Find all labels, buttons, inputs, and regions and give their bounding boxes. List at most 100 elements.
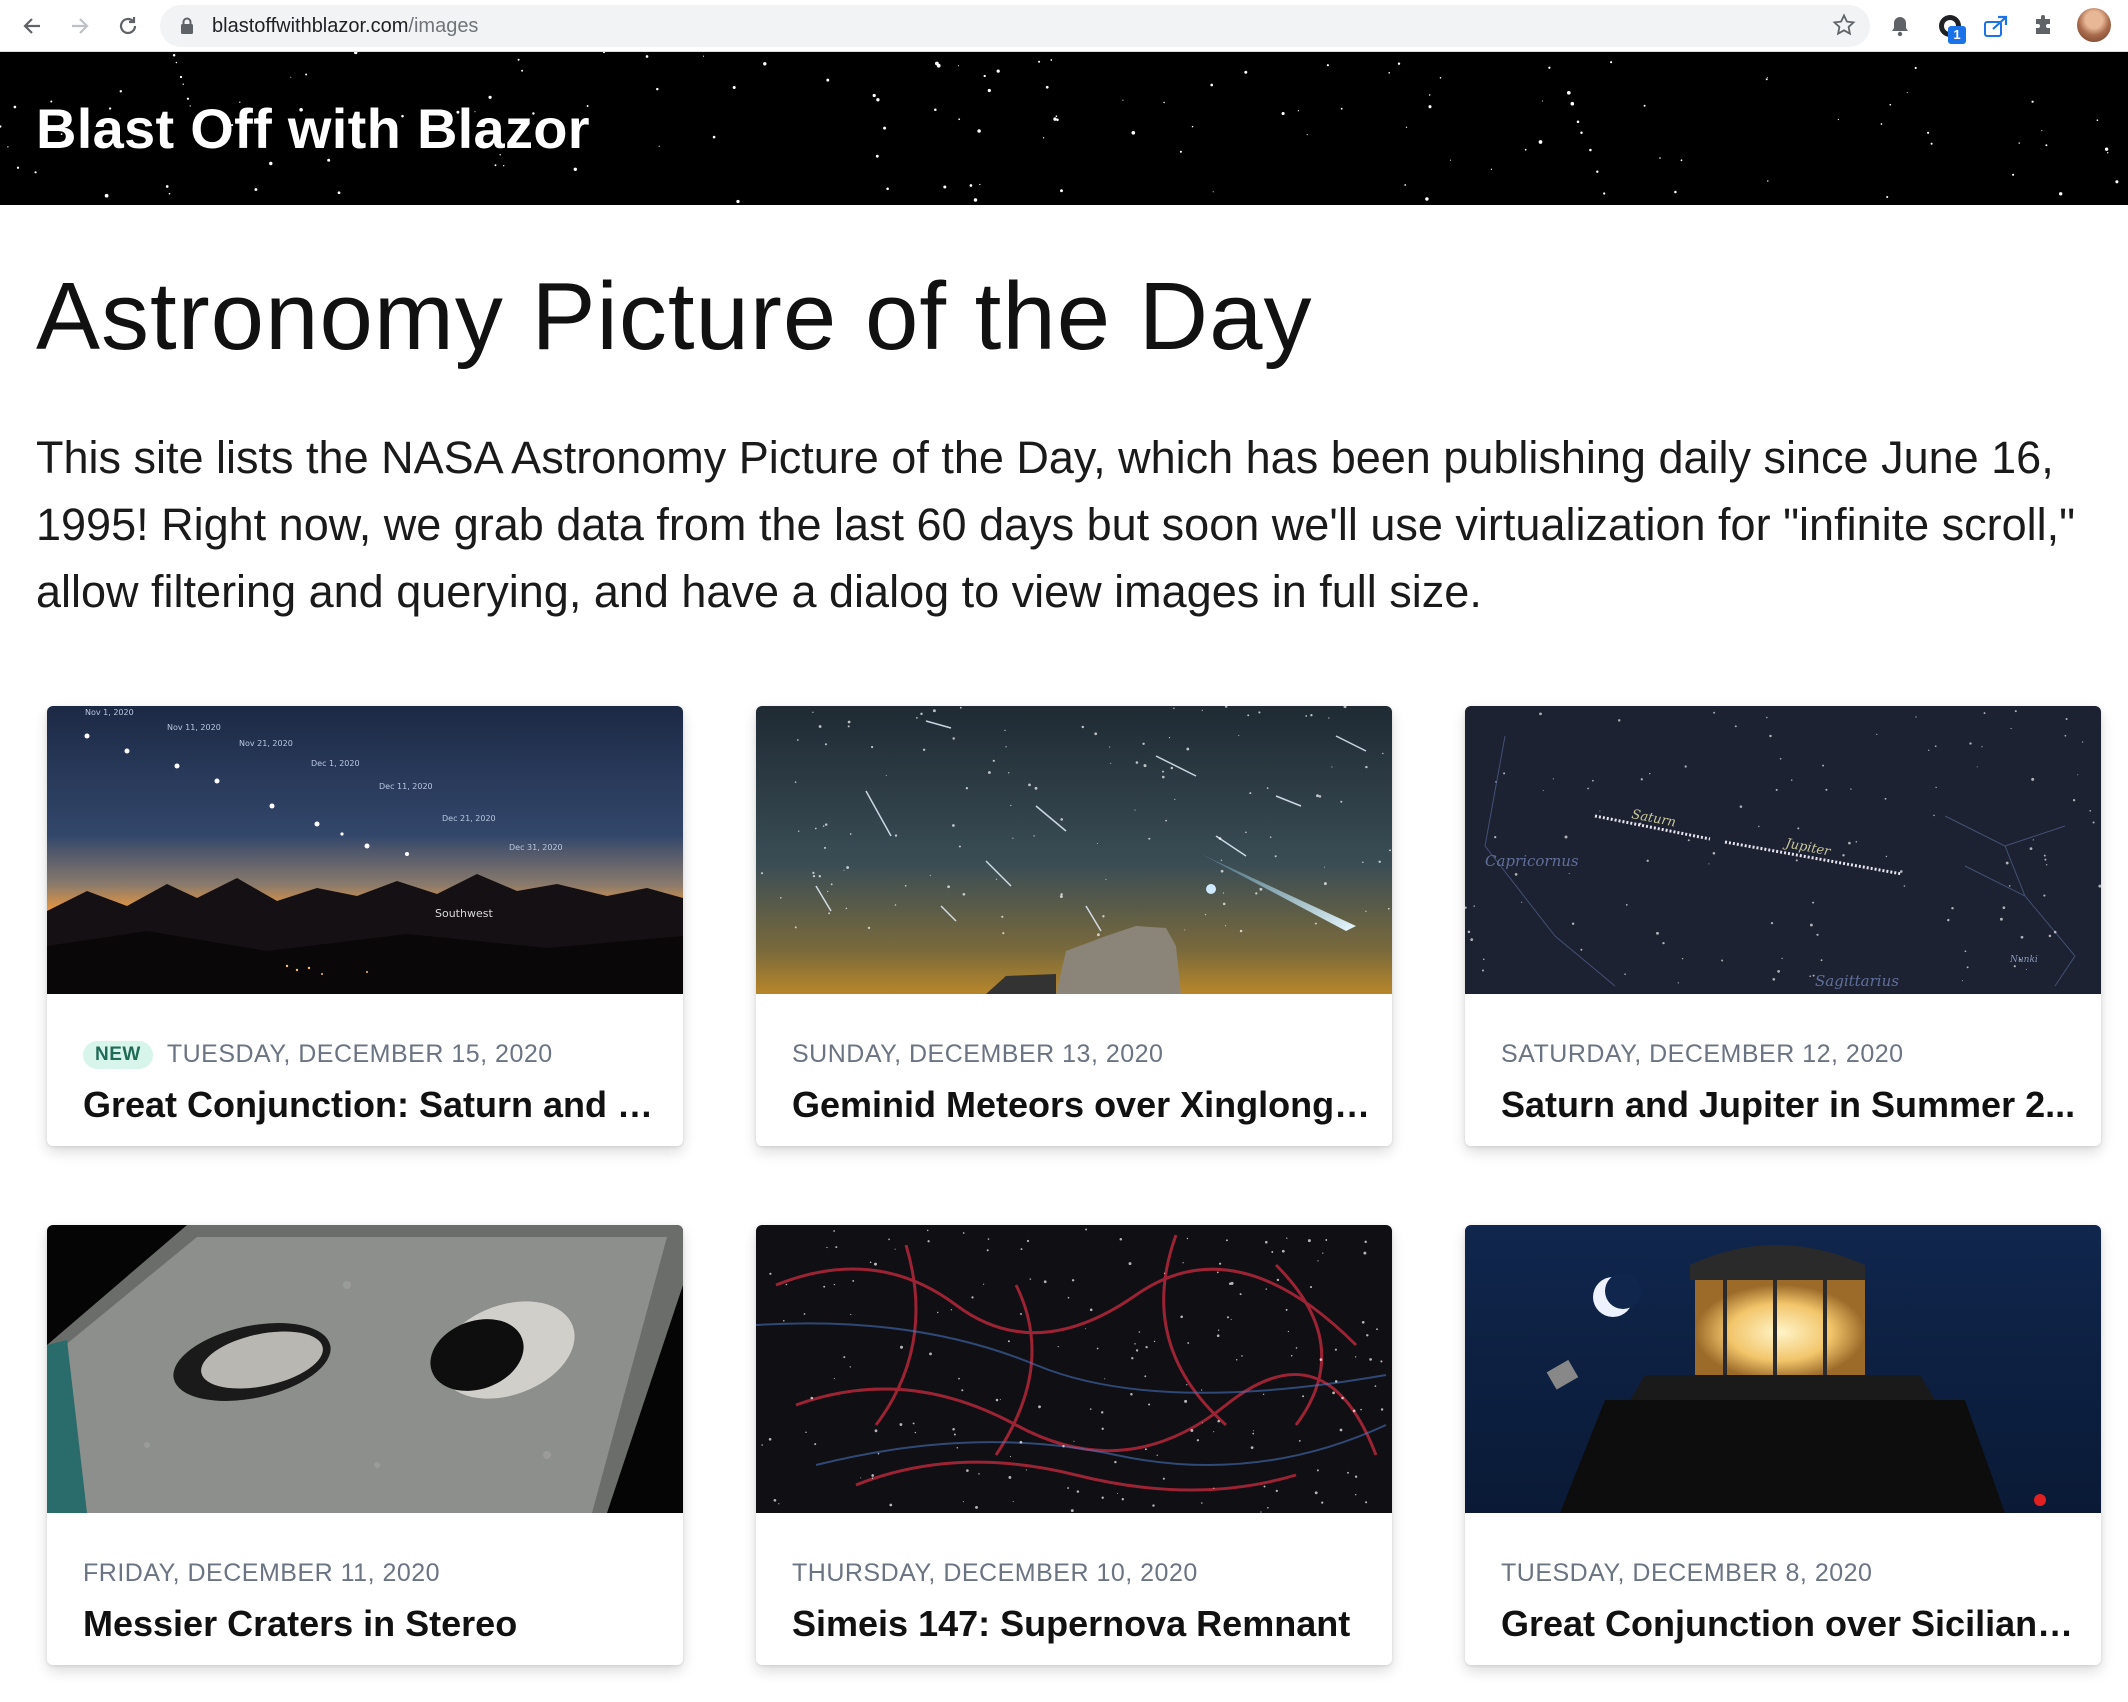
star-dot: [874, 1262, 877, 1266]
star-dot: [1314, 1491, 1318, 1495]
star-dot: [1886, 195, 1889, 199]
star-dot: [1364, 1240, 1367, 1244]
star-dot: [1850, 788, 1852, 790]
star-dot: [1162, 1477, 1165, 1480]
star-dot: [2115, 180, 2119, 184]
star-dot: [1076, 1490, 1080, 1493]
star-dot: [179, 75, 183, 79]
site-title[interactable]: Blast Off with Blazor: [36, 96, 590, 161]
star-dot: [1226, 1316, 1230, 1319]
star-dot: [1797, 827, 1800, 830]
star-dot: [1334, 1380, 1338, 1383]
card-date: THURSDAY, DECEMBER 10, 2020: [792, 1559, 1198, 1587]
card-image-lighthouse[interactable]: [1465, 1225, 2101, 1513]
star-dot: [2065, 717, 2068, 721]
card-image-red-nebula[interactable]: [756, 1225, 1392, 1513]
star-dot: [1640, 778, 1643, 781]
star-dot: [2046, 864, 2048, 866]
star-dot: [1662, 941, 1665, 945]
card-title[interactable]: Simeis 147: Supernova Remnant: [792, 1603, 1372, 1645]
star-dot: [1042, 137, 1045, 139]
card-title[interactable]: Great Conjunction over Sicilian L...: [1501, 1603, 2081, 1645]
star-dot: [1100, 1411, 1104, 1414]
back-button[interactable]: [14, 8, 50, 44]
star-dot: [165, 185, 169, 188]
star-dot: [1200, 1389, 1203, 1391]
card-title[interactable]: Great Conjunction: Saturn and J...: [83, 1084, 663, 1126]
star-dot: [1217, 1329, 1220, 1331]
star-dot: [1265, 1288, 1268, 1290]
star-dot: [1043, 1280, 1047, 1284]
image-card[interactable]: SUNDAY, DECEMBER 13, 2020 Geminid Meteor…: [756, 706, 1392, 1146]
star-dot: [1062, 1445, 1065, 1448]
star-dot: [1182, 1262, 1184, 1264]
reload-button[interactable]: [110, 8, 146, 44]
card-title[interactable]: Messier Craters in Stereo: [83, 1603, 663, 1645]
star-dot: [1999, 917, 2003, 921]
image-card[interactable]: Nov 1, 2020 Nov 11, 2020 Nov 21, 2020 De…: [47, 706, 683, 1146]
star-dot: [1101, 1496, 1104, 1499]
card-image-planet-trails[interactable]: Saturn Jupiter Capricornus Sagittarius N…: [1465, 706, 2101, 994]
bookmark-star-icon[interactable]: [1832, 13, 1856, 37]
star-dot: [1360, 1408, 1362, 1411]
star-dot: [1057, 1346, 1059, 1348]
star-dot: [2031, 777, 2035, 781]
star-dot: [1229, 1282, 1232, 1286]
star-dot: [1589, 148, 1592, 152]
star-dot: [822, 825, 825, 827]
star-dot: [1781, 957, 1783, 960]
star-dot: [1514, 873, 1518, 876]
image-card[interactable]: Saturn Jupiter Capricornus Sagittarius N…: [1465, 706, 2101, 1146]
notification-bell-button[interactable]: [1882, 8, 1918, 44]
share-extension-button[interactable]: [1978, 8, 2014, 44]
star-dot: [1220, 859, 1223, 861]
star-dot: [1884, 797, 1887, 800]
star-dot: [1592, 779, 1594, 782]
image-label: Southwest: [435, 907, 493, 920]
forward-button[interactable]: [62, 8, 98, 44]
star-dot: [904, 884, 907, 887]
card-meta: NEW TUESDAY, DECEMBER 15, 2020: [83, 1040, 553, 1069]
star-dot: [1570, 101, 1575, 106]
star-dot: [1617, 719, 1621, 722]
card-image-meteor-shower[interactable]: [756, 706, 1392, 994]
image-card[interactable]: FRIDAY, DECEMBER 11, 2020 Messier Crater…: [47, 1225, 683, 1665]
card-title[interactable]: Geminid Meteors over Xinglong ...: [792, 1084, 1372, 1126]
star-dot: [871, 1474, 875, 1477]
star-dot: [1885, 855, 1888, 858]
star-dot: [1255, 892, 1258, 895]
card-image-sunset-mountains[interactable]: Nov 1, 2020 Nov 11, 2020 Nov 21, 2020 De…: [47, 706, 683, 994]
star-dot: [1247, 714, 1250, 717]
card-meta: SATURDAY, DECEMBER 12, 2020: [1501, 1040, 1904, 1069]
star-dot: [962, 1501, 964, 1503]
star-dot: [929, 874, 931, 876]
star-dot: [1073, 1440, 1075, 1442]
image-card[interactable]: THURSDAY, DECEMBER 10, 2020 Simeis 147: …: [756, 1225, 1392, 1665]
profile-avatar[interactable]: [2077, 8, 2111, 42]
extensions-button[interactable]: [2026, 8, 2062, 44]
star-dot: [521, 69, 524, 72]
star-dot: [934, 108, 937, 111]
star-dot: [1258, 711, 1261, 714]
star-dot: [983, 1283, 985, 1285]
lock-icon[interactable]: [180, 17, 194, 35]
address-bar[interactable]: blastoffwithblazor.com/images: [160, 5, 1870, 47]
star-dot: [1933, 814, 1935, 817]
star-dot: [872, 93, 876, 98]
image-card[interactable]: TUESDAY, DECEMBER 8, 2020 Great Conjunct…: [1465, 1225, 2101, 1665]
star-dot: [2072, 799, 2076, 802]
star-dot: [814, 1443, 817, 1446]
star-dot: [805, 1431, 807, 1433]
star-dot: [833, 1283, 836, 1286]
star-dot: [1067, 1487, 1070, 1489]
card-title[interactable]: Saturn and Jupiter in Summer 2...: [1501, 1084, 2081, 1126]
bell-icon: [1892, 17, 1908, 37]
forward-arrow-icon: [72, 18, 89, 34]
url-text[interactable]: blastoffwithblazor.com/images: [212, 15, 478, 38]
star-dot: [1281, 1249, 1285, 1253]
star-dot: [1769, 734, 1772, 738]
card-image-moon-craters[interactable]: [47, 1225, 683, 1513]
star-dot: [1238, 734, 1240, 736]
star-dot: [1168, 736, 1171, 739]
star-dot: [783, 1320, 785, 1322]
